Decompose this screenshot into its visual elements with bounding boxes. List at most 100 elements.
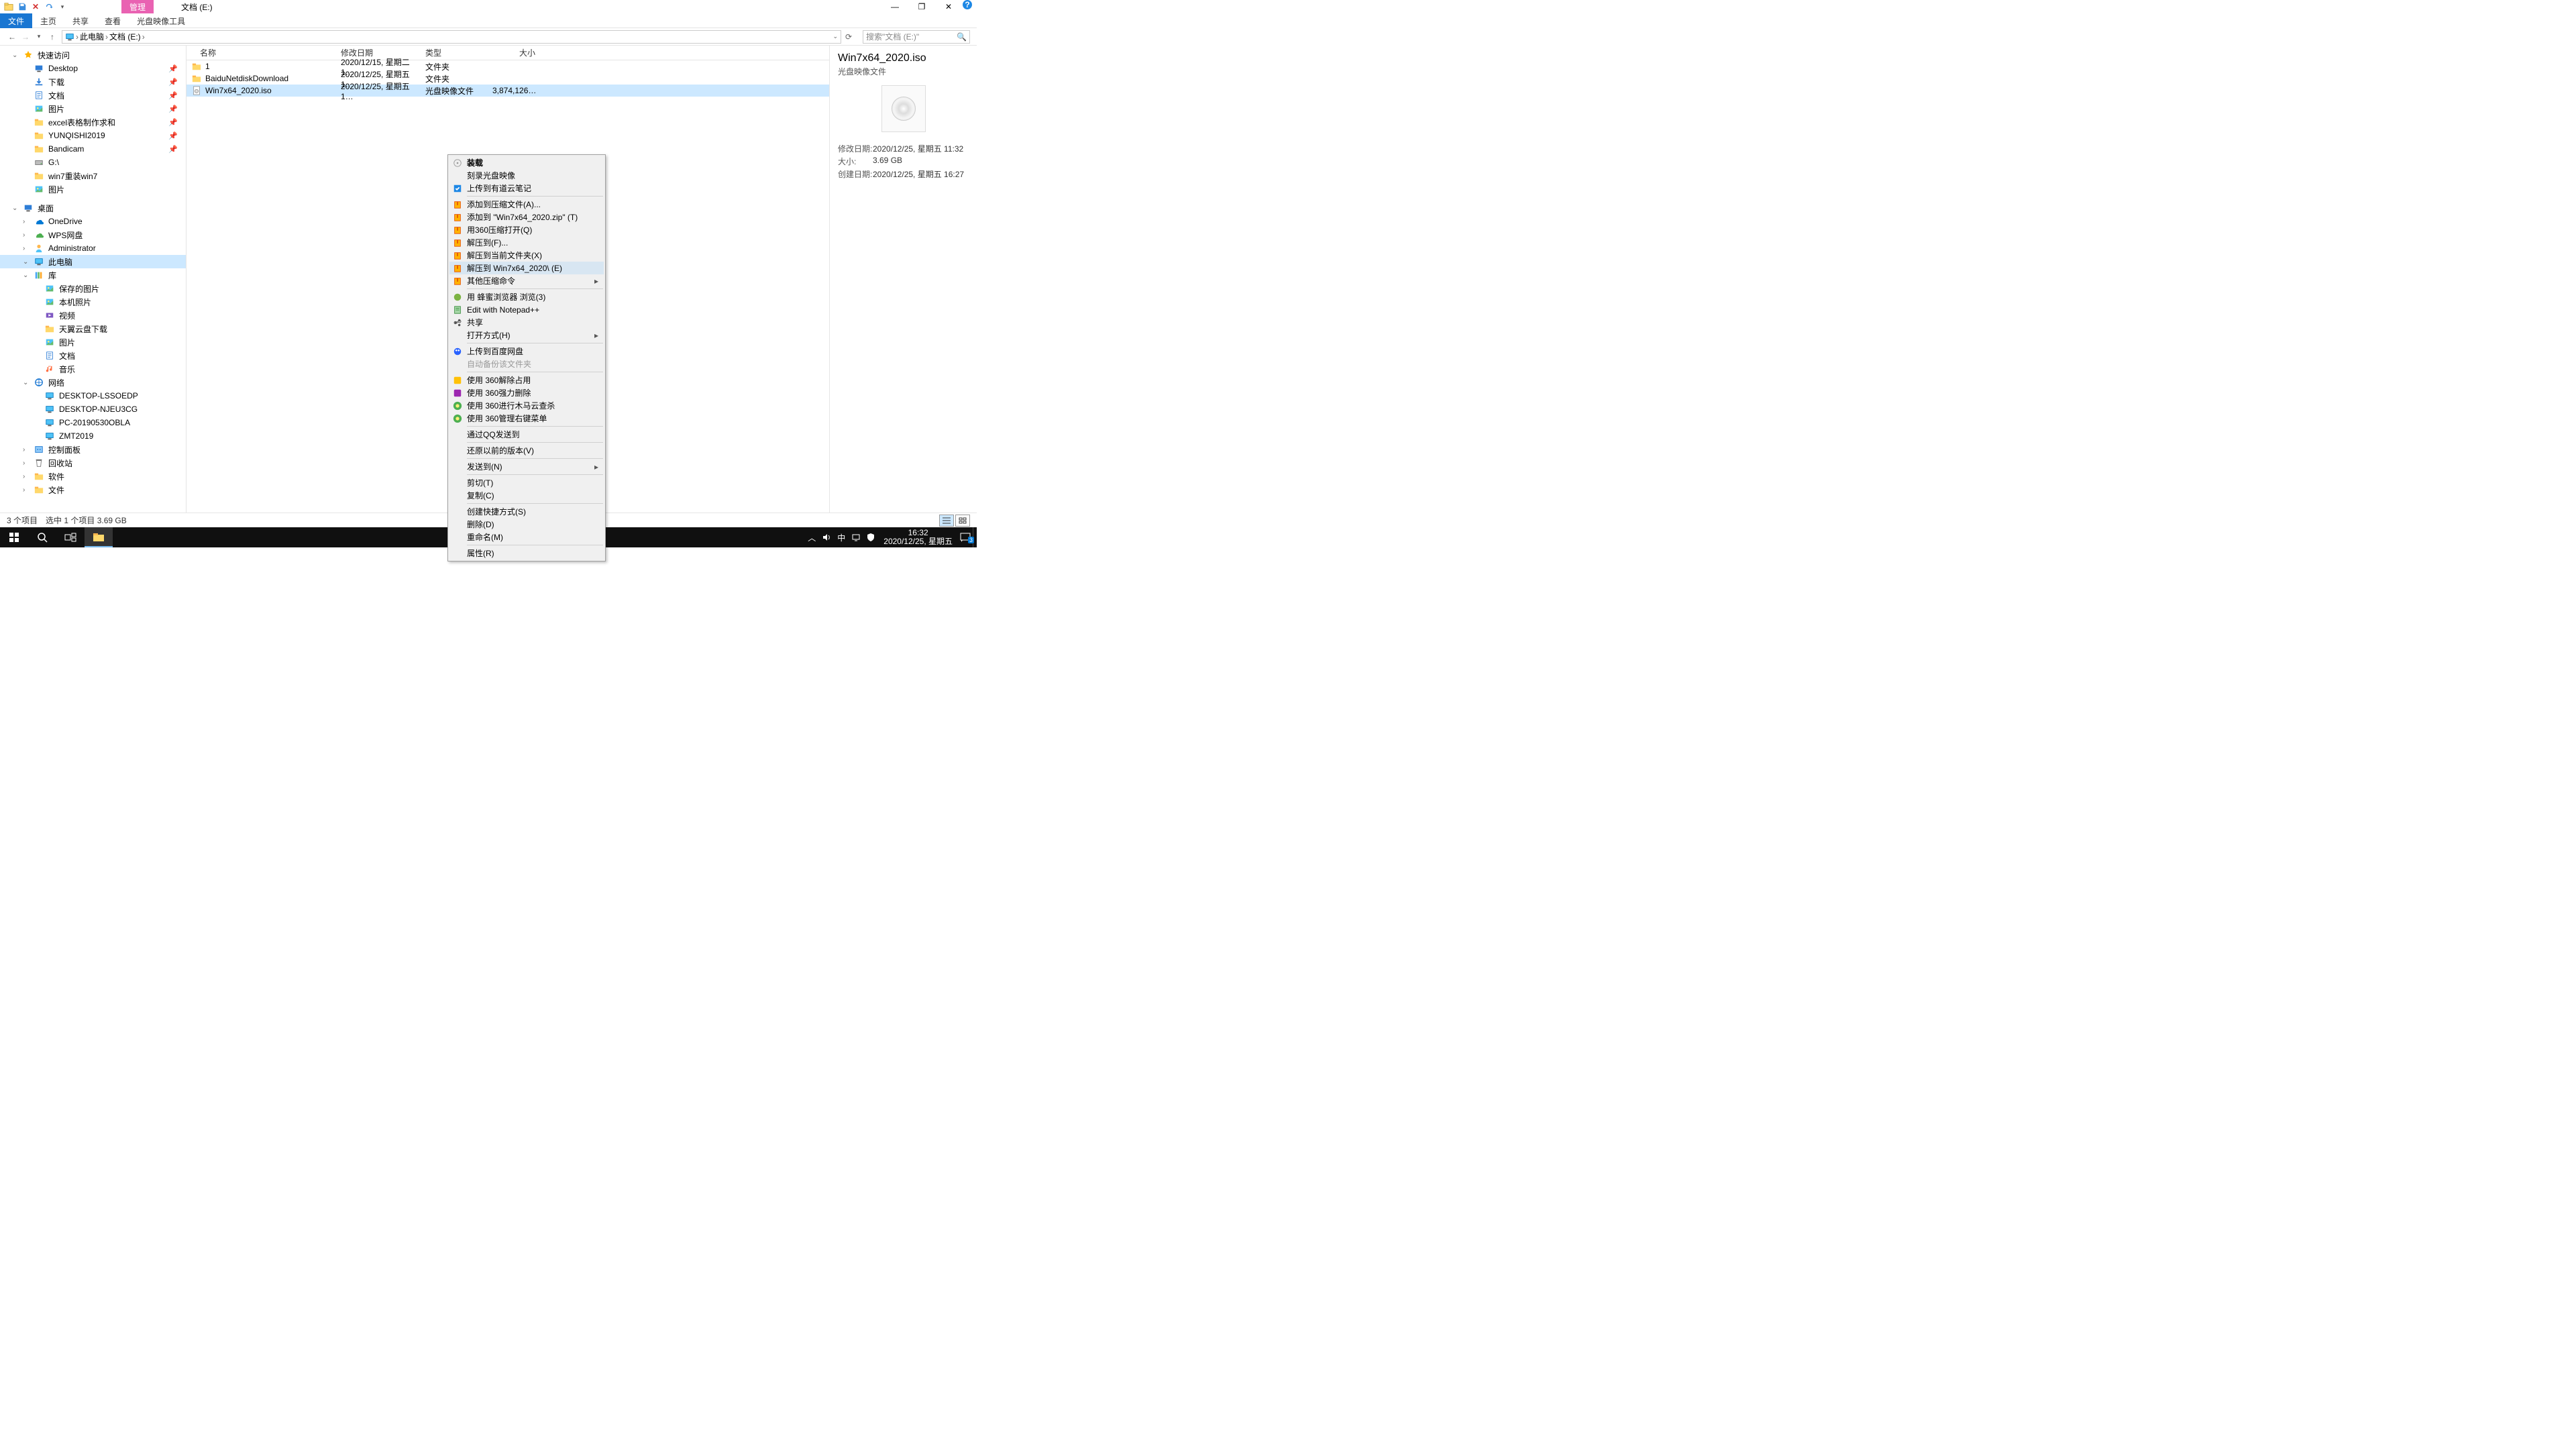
tree-item[interactable]: excel表格制作求和📌 [0, 115, 186, 129]
ribbon-tab-view[interactable]: 查看 [97, 13, 129, 28]
nav-back-button[interactable]: ← [7, 32, 17, 42]
menu-item[interactable]: Edit with Notepad++ [449, 303, 604, 316]
close-button[interactable]: ✕ [935, 0, 962, 13]
tree-item[interactable]: 本机照片 [0, 295, 186, 309]
menu-item[interactable]: 上传到百度网盘 [449, 345, 604, 358]
view-large-button[interactable] [955, 515, 970, 527]
qat-dropdown-icon[interactable]: ▾ [56, 1, 68, 13]
menu-item[interactable]: 剪切(T) [449, 476, 604, 489]
help-button[interactable]: ? [962, 0, 977, 14]
notification-button[interactable]: 3 [958, 533, 973, 542]
tree-item[interactable]: Desktop📌 [0, 62, 186, 75]
menu-item[interactable]: 装载 [449, 156, 604, 169]
tree-desktop[interactable]: ⌄桌面 [0, 201, 186, 215]
ribbon-tab-isotools[interactable]: 光盘映像工具 [129, 13, 193, 28]
tree-item[interactable]: 视频 [0, 309, 186, 322]
menu-item[interactable]: 使用 360管理右键菜单 [449, 412, 604, 425]
menu-item[interactable]: 刻录光盘映像 [449, 169, 604, 182]
qat-save-icon[interactable] [16, 1, 28, 13]
menu-item[interactable]: 使用 360强力删除 [449, 386, 604, 399]
col-name[interactable]: 名称 [186, 47, 335, 58]
file-row[interactable]: Win7x64_2020.iso 2020/12/25, 星期五 1… 光盘映像… [186, 85, 829, 97]
nav-tree[interactable]: ⌄快速访问Desktop📌下载📌文档📌图片📌excel表格制作求和📌YUNQIS… [0, 46, 186, 513]
tree-item[interactable]: ›文件 [0, 483, 186, 496]
tree-item[interactable]: PC-20190530OBLA [0, 416, 186, 429]
tree-item[interactable]: ›软件 [0, 470, 186, 483]
ribbon-tab-share[interactable]: 共享 [64, 13, 97, 28]
menu-item[interactable]: 复制(C) [449, 489, 604, 502]
tray-chevron-icon[interactable]: ︿ [804, 532, 819, 543]
tray-volume-icon[interactable] [819, 533, 834, 542]
menu-item[interactable]: 用 蜂蜜浏览器 浏览(3) [449, 290, 604, 303]
start-button[interactable] [0, 527, 28, 547]
menu-item[interactable]: 添加到压缩文件(A)... [449, 198, 604, 211]
taskbar-clock[interactable]: 16:32 2020/12/25, 星期五 [878, 529, 958, 546]
tree-item[interactable]: DESKTOP-LSSOEDP [0, 389, 186, 402]
menu-item[interactable]: 解压到(F)... [449, 236, 604, 249]
tree-item[interactable]: 文档 [0, 349, 186, 362]
tree-item[interactable]: ⌄库 [0, 268, 186, 282]
view-details-button[interactable] [939, 515, 954, 527]
menu-item[interactable]: 通过QQ发送到 [449, 428, 604, 441]
tree-item[interactable]: 图片 [0, 182, 186, 196]
tree-quick-access[interactable]: ⌄快速访问 [0, 48, 186, 62]
minimize-button[interactable]: — [881, 0, 908, 13]
tree-item[interactable]: ›控制面板 [0, 443, 186, 456]
tree-item[interactable]: ›回收站 [0, 456, 186, 470]
menu-item[interactable]: 用360压缩打开(Q) [449, 223, 604, 236]
tree-item[interactable]: 音乐 [0, 362, 186, 376]
tree-item[interactable]: 保存的图片 [0, 282, 186, 295]
menu-item[interactable]: 属性(R) [449, 547, 604, 559]
tree-item[interactable]: ›WPS网盘 [0, 228, 186, 241]
menu-item[interactable]: 共享 [449, 316, 604, 329]
taskbar-search-button[interactable] [28, 527, 56, 547]
tray-network-icon[interactable] [849, 533, 863, 542]
tree-item[interactable]: ›OneDrive [0, 215, 186, 228]
tree-item[interactable]: 图片📌 [0, 102, 186, 115]
tree-item[interactable]: Bandicam📌 [0, 142, 186, 156]
menu-item[interactable]: 解压到当前文件夹(X) [449, 249, 604, 262]
file-row[interactable]: BaiduNetdiskDownload 2020/12/25, 星期五 1… … [186, 72, 829, 85]
col-size[interactable]: 大小 [487, 47, 541, 58]
tree-item[interactable]: 文档📌 [0, 89, 186, 102]
tree-item[interactable]: 下载📌 [0, 75, 186, 89]
crumb-pc[interactable]: 此电脑 [80, 31, 104, 42]
menu-item[interactable]: 使用 360解除占用 [449, 374, 604, 386]
tree-item[interactable]: ⌄此电脑 [0, 255, 186, 268]
nav-forward-button[interactable]: → [20, 32, 31, 42]
menu-item[interactable]: 重命名(M) [449, 531, 604, 543]
menu-item[interactable]: 使用 360进行木马云查杀 [449, 399, 604, 412]
menu-item[interactable]: 发送到(N) ▸ [449, 460, 604, 473]
tree-item[interactable]: 天翼云盘下载 [0, 322, 186, 335]
file-row[interactable]: 1 2020/12/15, 星期二 1… 文件夹 [186, 60, 829, 72]
tray-ime-button[interactable]: 中 [834, 532, 849, 543]
taskbar-explorer-button[interactable] [85, 527, 113, 547]
nav-history-dropdown[interactable]: ▾ [34, 33, 44, 40]
taskview-button[interactable] [56, 527, 85, 547]
column-headers[interactable]: 名称 修改日期 类型 大小 [186, 46, 829, 60]
nav-up-button[interactable]: ↑ [47, 32, 58, 42]
menu-item[interactable]: 还原以前的版本(V) [449, 444, 604, 457]
tree-item[interactable]: ›Administrator [0, 241, 186, 255]
ribbon-tab-file[interactable]: 文件 [0, 13, 32, 28]
crumb-dropdown-icon[interactable]: ⌄ [833, 33, 838, 40]
qat-undo-icon[interactable]: ✕ [30, 1, 42, 13]
menu-item[interactable]: 解压到 Win7x64_2020\ (E) [449, 262, 604, 274]
refresh-button[interactable]: ⟳ [845, 32, 859, 42]
col-type[interactable]: 类型 [420, 47, 487, 58]
maximize-button[interactable]: ❐ [908, 0, 935, 13]
menu-item[interactable]: 创建快捷方式(S) [449, 505, 604, 518]
menu-item[interactable]: 打开方式(H) ▸ [449, 329, 604, 341]
tray-security-icon[interactable] [863, 533, 878, 542]
crumb-drive[interactable]: 文档 (E:) [109, 31, 141, 42]
tree-item[interactable]: YUNQISHI2019📌 [0, 129, 186, 142]
menu-item[interactable]: 上传到有道云笔记 [449, 182, 604, 195]
menu-item[interactable]: 删除(D) [449, 518, 604, 531]
tree-item[interactable]: ⌄网络 [0, 376, 186, 389]
menu-item[interactable]: 添加到 "Win7x64_2020.zip" (T) [449, 211, 604, 223]
menu-item[interactable]: 其他压缩命令 ▸ [449, 274, 604, 287]
tree-item[interactable]: 图片 [0, 335, 186, 349]
ribbon-tab-home[interactable]: 主页 [32, 13, 64, 28]
tree-item[interactable]: ZMT2019 [0, 429, 186, 443]
search-input[interactable]: 搜索"文档 (E:)" 🔍 [863, 30, 970, 44]
